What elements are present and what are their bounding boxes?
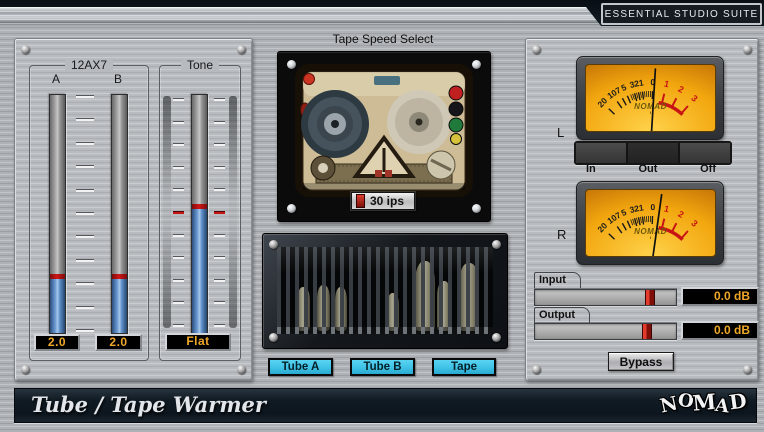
- tape-speed-select-button[interactable]: 30 ips: [351, 192, 415, 210]
- mode-button-tube-b[interactable]: Tube B: [350, 358, 415, 376]
- header-bar: ESSENTIAL STUDIO SUITE: [0, 0, 764, 26]
- screw-icon: [287, 60, 296, 69]
- tube-a-drive-slider[interactable]: [49, 94, 66, 334]
- screw-icon: [492, 240, 501, 249]
- tape-speed-panel: 30 ips: [277, 51, 491, 222]
- output-slider-handle[interactable]: [642, 324, 652, 339]
- tone-value-display: Flat: [165, 333, 231, 351]
- svg-text:NOMAD: NOMAD: [634, 102, 667, 111]
- screw-icon: [21, 365, 30, 374]
- slider-a-label: A: [42, 72, 70, 86]
- 12ax7-group-label: 12AX7: [65, 58, 113, 72]
- switch-label-off: Off: [700, 163, 716, 175]
- svg-text:20: 20: [595, 220, 609, 234]
- vu-meter-right: 2010753210123NOMAD: [576, 181, 724, 265]
- tone-group-label: Tone: [181, 58, 219, 72]
- slider-track: [192, 95, 207, 204]
- meter-mode-switch[interactable]: [574, 141, 732, 165]
- tone-group: Tone Flat: [159, 65, 241, 361]
- output-db-display: 0.0 dB: [681, 321, 759, 340]
- header-metal-stripes: [0, 7, 601, 26]
- slider-track: [50, 95, 65, 274]
- tube-grille-panel: [262, 233, 508, 349]
- bypass-button[interactable]: Bypass: [608, 352, 674, 371]
- output-gain-slider[interactable]: [534, 323, 677, 340]
- ab-tick-marks: [76, 96, 94, 332]
- slider-track: [112, 95, 127, 274]
- screw-icon: [269, 333, 278, 342]
- screw-icon: [21, 45, 30, 54]
- output-label: Output: [534, 307, 590, 323]
- switch-position-off[interactable]: [678, 143, 730, 163]
- switch-position-in[interactable]: [576, 143, 626, 163]
- svg-text:2: 2: [676, 84, 685, 95]
- screw-icon: [237, 45, 246, 54]
- vu-meter-right-face: 2010753210123NOMAD: [585, 189, 716, 257]
- screw-icon: [743, 45, 752, 54]
- grille-feet: [277, 327, 493, 334]
- screw-icon: [492, 333, 501, 342]
- tape-speed-led-icon: [356, 194, 365, 208]
- slider-b-label: B: [104, 72, 132, 86]
- meter-io-panel: L 2010753210123NOMAD In Out Off R 201075…: [525, 38, 759, 381]
- nomad-logo: NOMAD: [660, 393, 746, 415]
- tape-speed-value: 30 ips: [370, 194, 404, 208]
- screw-icon: [532, 45, 541, 54]
- screw-icon: [269, 240, 278, 249]
- footer-bar: Tube / Tape Warmer NOMAD: [14, 388, 757, 423]
- tube-drive-panel: 12AX7 A B 2.0 2.0 Tone: [14, 38, 253, 381]
- tube-a-value-display: 2.0: [34, 334, 80, 351]
- input-label: Input: [534, 272, 581, 288]
- svg-text:1: 1: [638, 202, 644, 213]
- mode-button-tape[interactable]: Tape: [432, 358, 496, 376]
- switch-position-out[interactable]: [626, 143, 678, 163]
- tone-wedge-decoration: [229, 96, 237, 328]
- screw-icon: [472, 60, 481, 69]
- switch-label-in: In: [586, 163, 596, 175]
- screw-icon: [237, 365, 246, 374]
- plugin-window: ESSENTIAL STUDIO SUITE 12AX7 A B 2.0 2.0: [0, 0, 764, 432]
- tube-b-value-display: 2.0: [95, 334, 142, 351]
- svg-text:1: 1: [663, 204, 670, 215]
- switch-labels: In Out Off: [574, 163, 728, 175]
- grille-bars: [277, 247, 493, 334]
- vu-meter-left: 2010753210123NOMAD: [576, 56, 724, 140]
- svg-text:3: 3: [689, 93, 699, 104]
- input-db-display: 0.0 dB: [681, 287, 759, 306]
- svg-text:NOMAD: NOMAD: [634, 227, 667, 236]
- mode-button-tube-a[interactable]: Tube A: [268, 358, 333, 376]
- svg-text:0: 0: [650, 202, 655, 212]
- slider-fill: [50, 279, 65, 334]
- tube-b-drive-slider[interactable]: [111, 94, 128, 334]
- svg-text:1: 1: [638, 77, 644, 88]
- svg-text:20: 20: [595, 95, 609, 109]
- meter-right-channel-label: R: [557, 227, 566, 242]
- screw-icon: [743, 365, 752, 374]
- screw-icon: [287, 204, 296, 213]
- slider-fill: [192, 209, 207, 333]
- 12ax7-group: 12AX7 A B 2.0 2.0: [29, 65, 149, 361]
- tone-slider[interactable]: [191, 94, 208, 334]
- input-gain-slider[interactable]: [534, 289, 677, 306]
- plugin-title: Tube / Tape Warmer: [31, 392, 266, 417]
- svg-text:1: 1: [663, 79, 670, 90]
- screw-icon: [532, 365, 541, 374]
- tone-tick-marks: [214, 99, 225, 327]
- tone-tick-marks: [173, 99, 184, 327]
- switch-label-out: Out: [638, 163, 657, 175]
- screw-icon: [472, 204, 481, 213]
- tone-wedge-decoration: [163, 96, 171, 328]
- vu-meter-left-face: 2010753210123NOMAD: [585, 64, 716, 132]
- slider-fill: [112, 279, 127, 334]
- svg-text:3: 3: [689, 218, 699, 229]
- tape-speed-title: Tape Speed Select: [277, 32, 489, 46]
- meter-left-channel-label: L: [557, 125, 564, 140]
- suite-badge: ESSENTIAL STUDIO SUITE: [601, 3, 762, 25]
- tube-grille-window: [277, 247, 493, 334]
- input-slider-handle[interactable]: [645, 290, 655, 305]
- svg-text:2: 2: [676, 209, 685, 220]
